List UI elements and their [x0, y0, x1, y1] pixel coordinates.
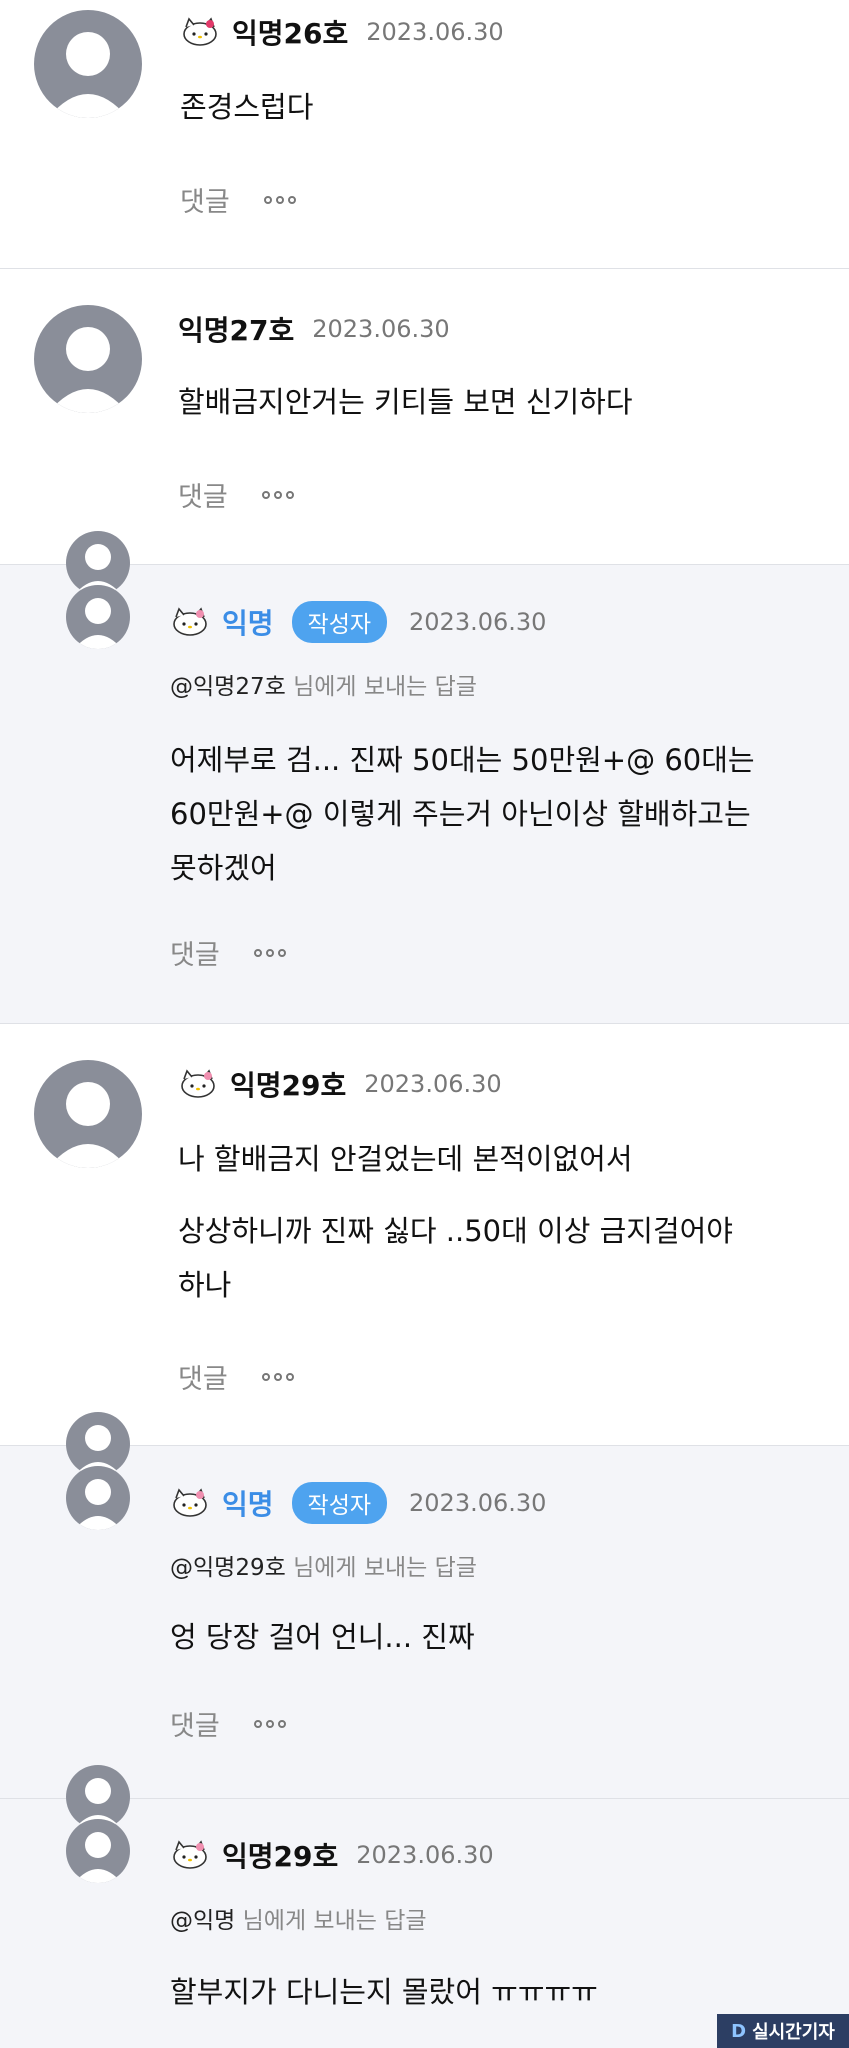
comment-line: 엉 당장 걸어 언니... 진짜: [170, 1620, 475, 1654]
comment-text: 엉 당장 걸어 언니... 진짜: [170, 1610, 475, 1664]
watermark: D 실시간기자: [717, 2014, 849, 2048]
author-name[interactable]: 익명: [222, 602, 274, 642]
hello-kitty-icon: [173, 607, 207, 636]
comment-text: 어제부로 검... 진짜 50대는 50만원+@ 60대는 60만원+@ 이렇게…: [170, 733, 755, 895]
comment-text: 할부지가 다니는지 몰랐어 ㅠㅠㅠㅠ: [170, 1965, 598, 2019]
comment-text: 할배금지안거는 키티들 보면 신기하다: [178, 375, 633, 429]
reply-button[interactable]: 댓글: [178, 475, 228, 514]
comment-meta: 익명 작성자 2023.06.30: [170, 601, 546, 643]
author-name[interactable]: 익명29호: [230, 1064, 346, 1104]
comment-date: 2023.06.30: [312, 315, 450, 343]
comment-text: 나 할배금지 안걸었는데 본적이없어서 상상하니까 진짜 싫다 ..50대 이상…: [178, 1132, 733, 1312]
reply-item: 익명 작성자 2023.06.30 @익명29호 님에게 보내는 답글 엉 당장…: [0, 1412, 849, 1798]
reply-button[interactable]: 댓글: [170, 933, 220, 972]
hello-kitty-icon: [183, 17, 217, 46]
comment-item: 익명26호 2023.06.30 존경스럽다 댓글: [0, 0, 849, 268]
default-avatar-icon: [74, 1832, 122, 1883]
author-badge: 작성자: [291, 1482, 388, 1524]
comment-actions: 댓글: [180, 180, 296, 219]
mention-suffix: 님에게 보내는 답글: [242, 1908, 427, 1934]
comment-actions: 댓글: [170, 1704, 286, 1743]
comment-line: 상상하니까 진짜 싫다 ..50대 이상 금지걸어야: [178, 1214, 733, 1248]
avatar[interactable]: [66, 1819, 130, 1883]
comment-date: 2023.06.30: [366, 18, 504, 46]
comment-line: 60만원+@ 이렇게 주는거 아닌이상 할배하고는: [170, 797, 751, 831]
comment-item: 익명27호 2023.06.30 할배금지안거는 키티들 보면 신기하다 댓글: [0, 269, 849, 564]
default-avatar-icon: [48, 1082, 128, 1168]
watermark-text: 실시간기자: [752, 2022, 835, 2043]
avatar[interactable]: [66, 585, 130, 649]
reply-button[interactable]: 댓글: [180, 180, 230, 219]
default-avatar-icon: [48, 327, 128, 413]
avatar[interactable]: [34, 10, 142, 118]
comment-actions: 댓글: [178, 475, 294, 514]
comment-actions: 댓글: [178, 1357, 294, 1396]
reply-mention: @익명 님에게 보내는 답글: [170, 1901, 427, 1935]
comment-line: 할배금지안거는 키티들 보면 신기하다: [178, 385, 633, 419]
more-dots-icon[interactable]: [253, 948, 286, 957]
mention-target[interactable]: @익명27호: [170, 674, 286, 700]
comment-meta: 익명26호 2023.06.30: [180, 12, 504, 52]
comment-line: 하나: [178, 1268, 232, 1302]
author-name[interactable]: 익명: [222, 1483, 274, 1523]
author-name[interactable]: 익명27호: [178, 309, 294, 349]
mention-suffix: 님에게 보내는 답글: [293, 1555, 477, 1581]
comment-meta: 익명29호 2023.06.30: [170, 1835, 494, 1875]
comment-date: 2023.06.30: [409, 608, 547, 636]
comment-actions: 댓글: [170, 933, 286, 972]
reply-item: 익명29호 2023.06.30 @익명 님에게 보내는 답글 할부지가 다니는…: [0, 1765, 849, 2048]
author-badge: 작성자: [291, 601, 388, 643]
mention-target[interactable]: @익명: [170, 1908, 235, 1934]
default-avatar-icon: [74, 598, 122, 649]
avatar[interactable]: [34, 305, 142, 413]
author-name[interactable]: 익명29호: [222, 1835, 338, 1875]
comment-meta: 익명 작성자 2023.06.30: [170, 1482, 546, 1524]
author-name[interactable]: 익명26호: [232, 12, 348, 52]
more-dots-icon[interactable]: [263, 195, 296, 204]
avatar[interactable]: [34, 1060, 142, 1168]
comment-item: 익명29호 2023.06.30 나 할배금지 안걸었는데 본적이없어서 상상하…: [0, 1024, 849, 1445]
comment-meta: 익명29호 2023.06.30: [178, 1064, 502, 1104]
reply-item: 익명 작성자 2023.06.30 @익명27호 님에게 보내는 답글 어제부로…: [0, 531, 849, 1023]
hello-kitty-icon: [173, 1488, 207, 1517]
comment-line: 어제부로 검... 진짜 50대는 50만원+@ 60대는: [170, 743, 755, 777]
comment-meta: 익명27호 2023.06.30: [178, 309, 450, 349]
comment-date: 2023.06.30: [409, 1489, 547, 1517]
reply-button[interactable]: 댓글: [178, 1357, 228, 1396]
hello-kitty-icon: [181, 1069, 215, 1098]
mention-suffix: 님에게 보내는 답글: [293, 674, 477, 700]
avatar[interactable]: [66, 1466, 130, 1530]
comment-date: 2023.06.30: [364, 1070, 502, 1098]
reply-mention: @익명29호 님에게 보내는 답글: [170, 1548, 477, 1582]
comment-line: 못하겠어: [170, 851, 277, 885]
comment-line: 나 할배금지 안걸었는데 본적이없어서: [178, 1142, 633, 1176]
comment-date: 2023.06.30: [356, 1841, 494, 1869]
mention-target[interactable]: @익명29호: [170, 1555, 286, 1581]
reply-mention: @익명27호 님에게 보내는 답글: [170, 667, 477, 701]
hello-kitty-icon: [173, 1840, 207, 1869]
comment-line: 존경스럽다: [180, 90, 314, 124]
more-dots-icon[interactable]: [261, 1372, 294, 1381]
more-dots-icon[interactable]: [253, 1719, 286, 1728]
default-avatar-icon: [48, 32, 128, 118]
comment-text: 존경스럽다: [180, 80, 313, 134]
watermark-logo-icon: D: [731, 2020, 747, 2042]
comment-line: 할부지가 다니는지 몰랐어 ㅠㅠㅠㅠ: [170, 1975, 598, 2009]
reply-button[interactable]: 댓글: [170, 1704, 220, 1743]
more-dots-icon[interactable]: [261, 490, 294, 499]
default-avatar-icon: [74, 1479, 122, 1530]
